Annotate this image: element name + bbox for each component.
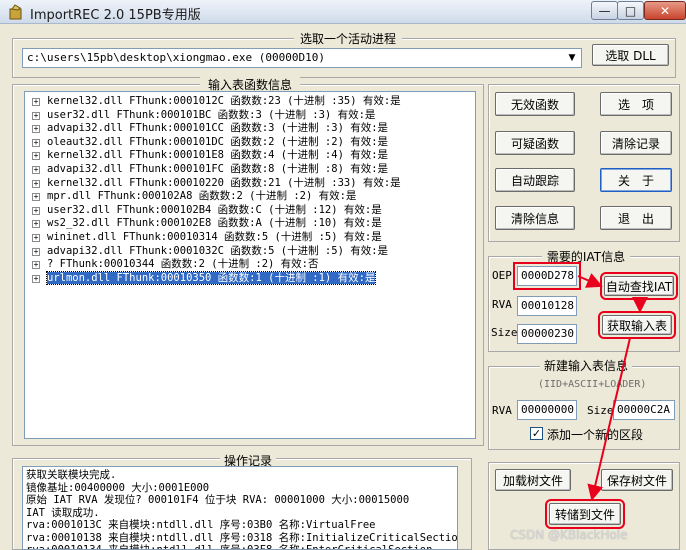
import-tree-row[interactable]: + mpr.dll FThunk:000102A8 函数数:2 (十进制 :2) … bbox=[25, 190, 475, 204]
expand-plus-icon[interactable]: + bbox=[32, 220, 40, 229]
save-tree-button[interactable]: 保存树文件 bbox=[601, 469, 673, 491]
import-tree-row[interactable]: + advapi32.dll FThunk:0001032C 函数数:5 (十进制… bbox=[25, 245, 475, 259]
import-row-text: kernel32.dll FThunk:00010220 函数数:21 (十进制… bbox=[47, 176, 401, 189]
import-tree-row[interactable]: + ? FThunk:00010344 函数数:2 (十进制 :2) 有效:否 bbox=[25, 258, 475, 272]
import-row-text: ? FThunk:00010344 函数数:2 (十进制 :2) 有效:否 bbox=[47, 258, 319, 271]
app-icon bbox=[9, 4, 22, 20]
expand-plus-icon[interactable]: + bbox=[32, 206, 40, 215]
rva-field[interactable]: 00010128 bbox=[517, 296, 577, 316]
process-group-label: 选取一个活动进程 bbox=[294, 30, 402, 47]
iat-info-group-label: 需要的IAT信息 bbox=[542, 248, 630, 265]
window-title: ImportREC 2.0 15PB专用版 bbox=[30, 8, 201, 23]
import-row-text: kernel32.dll FThunk:0001012C 函数数:23 (十进制… bbox=[47, 95, 401, 107]
import-tree-row[interactable]: + ws2_32.dll FThunk:000102E8 函数数:A (十进制 :… bbox=[25, 217, 475, 231]
expand-plus-icon[interactable]: + bbox=[32, 125, 40, 134]
new-rva-label: RVA bbox=[492, 404, 512, 417]
import-row-text: advapi32.dll FThunk:000101FC 函数数:8 (十进制 … bbox=[47, 162, 389, 175]
load-tree-button[interactable]: 加载树文件 bbox=[495, 469, 571, 491]
pick-dll-button[interactable]: 选取 DLL bbox=[592, 44, 669, 66]
expand-plus-icon[interactable]: + bbox=[32, 111, 40, 120]
import-row-text: wininet.dll FThunk:00010314 函数数:5 (十进制 :… bbox=[47, 230, 382, 243]
import-tree-row[interactable]: + kernel32.dll FThunk:00010220 函数数:21 (十进… bbox=[25, 177, 475, 191]
import-tree-row[interactable]: + user32.dll FThunk:000101BC 函数数:3 (十进制 :… bbox=[25, 109, 475, 123]
log-line: rva:00010134 来自模块:ntdll.dll 序号:03F8 名称:E… bbox=[26, 544, 433, 550]
close-button[interactable]: ✕ bbox=[644, 1, 686, 20]
log-line: 镜像基址:00400000 大小:0001E000 bbox=[26, 481, 210, 494]
expand-plus-icon[interactable]: + bbox=[32, 193, 40, 202]
rva-label: RVA bbox=[492, 298, 512, 311]
expand-plus-icon[interactable]: + bbox=[32, 233, 40, 242]
process-dropdown[interactable]: c:\users\15pb\desktop\xiongmao.exe (0000… bbox=[22, 48, 582, 68]
clear-log-button[interactable]: 清除记录 bbox=[600, 131, 672, 155]
new-size-field[interactable]: 00000C2A bbox=[613, 400, 675, 420]
import-tree-row[interactable]: + advapi32.dll FThunk:000101CC 函数数:3 (十进制… bbox=[25, 122, 475, 136]
oep-label: OEP bbox=[492, 269, 512, 282]
import-tree-row[interactable]: + urlmon.dll FThunk:00010350 函数数:1 (十进制 :… bbox=[25, 270, 475, 286]
oep-field[interactable]: 0000D278 bbox=[513, 262, 581, 290]
import-row-text: advapi32.dll FThunk:000101CC 函数数:3 (十进制 … bbox=[47, 122, 389, 135]
import-tree-row[interactable]: + user32.dll FThunk:000102B4 函数数:C (十进制 :… bbox=[25, 204, 475, 218]
import-tree-row[interactable]: + oleaut32.dll FThunk:000101DC 函数数:2 (十进制… bbox=[25, 136, 475, 150]
dropdown-arrow-icon[interactable]: ▼ bbox=[563, 49, 581, 67]
expand-plus-icon[interactable]: + bbox=[32, 98, 40, 106]
expand-plus-icon[interactable]: + bbox=[32, 247, 40, 256]
import-tree-row[interactable]: + wininet.dll FThunk:00010314 函数数:5 (十进制 … bbox=[25, 231, 475, 245]
import-row-text: oleaut32.dll FThunk:000101DC 函数数:2 (十进制 … bbox=[47, 135, 389, 148]
clear-info-button[interactable]: 清除信息 bbox=[495, 206, 575, 230]
import-row-text: advapi32.dll FThunk:0001032C 函数数:5 (十进制 … bbox=[47, 244, 389, 257]
log-line: 原始 IAT RVA 发现位? 000101F4 位于块 RVA: 000010… bbox=[26, 494, 410, 506]
new-import-subtitle: (IID+ASCII+LOADER) bbox=[538, 379, 647, 390]
expand-plus-icon[interactable]: + bbox=[32, 274, 40, 283]
suspect-functions-button[interactable]: 可疑函数 bbox=[495, 131, 575, 155]
import-tree-row[interactable]: + advapi32.dll FThunk:000101FC 函数数:8 (十进制… bbox=[25, 163, 475, 177]
about-button[interactable]: 关 于 bbox=[600, 168, 672, 192]
expand-plus-icon[interactable]: + bbox=[32, 261, 40, 270]
get-imports-button[interactable]: 获取输入表 bbox=[598, 311, 676, 339]
invalid-functions-button[interactable]: 无效函数 bbox=[495, 92, 575, 116]
expand-plus-icon[interactable]: + bbox=[32, 179, 40, 188]
size-label: Size bbox=[491, 326, 518, 339]
import-row-text: user32.dll FThunk:000101BC 函数数:3 (十进制 :3… bbox=[47, 108, 376, 121]
new-import-group-label: 新建输入表信息 bbox=[540, 357, 632, 374]
log-box[interactable]: 获取关联模块完成. 镜像基址:00400000 大小:0001E000 原始 IAT… bbox=[22, 466, 458, 550]
expand-plus-icon[interactable]: + bbox=[32, 165, 40, 174]
import-tree-row[interactable]: + kernel32.dll FThunk:000101E8 函数数:4 (十进制… bbox=[25, 149, 475, 163]
expand-plus-icon[interactable]: + bbox=[32, 138, 40, 147]
log-line: rva:0001013C 来自模块:ntdll.dll 序号:03B0 名称:V… bbox=[26, 519, 376, 531]
import-row-text: ws2_32.dll FThunk:000102E8 函数数:A (十进制 :1… bbox=[47, 217, 382, 230]
expand-plus-icon[interactable]: + bbox=[32, 152, 40, 161]
exit-button[interactable]: 退 出 bbox=[600, 206, 672, 230]
imports-tree[interactable]: + kernel32.dll FThunk:0001012C 函数数:23 (十进… bbox=[24, 91, 476, 439]
import-row-text: urlmon.dll FThunk:00010350 函数数:1 (十进制 :1… bbox=[45, 270, 377, 285]
auto-trace-button[interactable]: 自动跟踪 bbox=[495, 168, 575, 192]
log-line: rva:00010138 来自模块:ntdll.dll 序号:0318 名称:I… bbox=[26, 531, 458, 544]
add-section-label: 添加一个新的区段 bbox=[547, 428, 644, 442]
import-row-text: user32.dll FThunk:000102B4 函数数:C (十进制 :1… bbox=[47, 203, 382, 216]
fix-dump-button[interactable]: 转储到文件 bbox=[545, 499, 625, 529]
add-section-checkbox[interactable]: ✓ bbox=[530, 427, 543, 440]
options-button[interactable]: 选 项 bbox=[600, 92, 672, 116]
auto-search-iat-button[interactable]: 自动查找IAT bbox=[600, 272, 678, 300]
log-line: 获取关联模块完成. bbox=[26, 469, 117, 481]
watermark: CSDN @KBlackHole bbox=[510, 528, 628, 542]
import-row-text: kernel32.dll FThunk:000101E8 函数数:4 (十进制 … bbox=[47, 149, 389, 162]
minimize-button[interactable]: — bbox=[591, 1, 618, 20]
new-rva-field[interactable]: 00000000 bbox=[517, 400, 577, 420]
new-size-label: Size bbox=[587, 404, 614, 417]
import-tree-row[interactable]: + kernel32.dll FThunk:0001012C 函数数:23 (十进… bbox=[25, 95, 475, 109]
log-line: IAT 读取成功. bbox=[26, 506, 100, 519]
import-row-text: mpr.dll FThunk:000102A8 函数数:2 (十进制 :2) 有… bbox=[47, 190, 357, 203]
maximize-button[interactable]: □ bbox=[617, 1, 644, 20]
size-field[interactable]: 00000230 bbox=[517, 324, 577, 344]
